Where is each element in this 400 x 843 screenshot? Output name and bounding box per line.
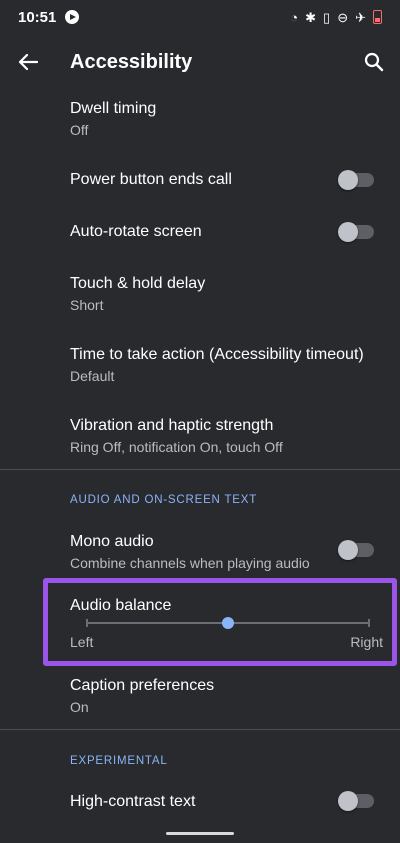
section-header-audio: AUDIO AND ON-SCREEN TEXT: [70, 494, 258, 506]
setting-touch-hold-delay[interactable]: Touch & hold delay Short: [70, 274, 380, 314]
setting-dwell-timing[interactable]: Dwell timing Off: [70, 99, 380, 139]
do-not-disturb-icon: ⊖: [337, 9, 349, 25]
setting-title: Auto-rotate screen: [70, 223, 202, 240]
setting-subtitle: Combine channels when playing audio: [70, 555, 310, 571]
setting-subtitle: Short: [70, 297, 104, 313]
setting-power-button-ends-call[interactable]: Power button ends call: [70, 170, 380, 190]
power-button-toggle[interactable]: [338, 170, 374, 190]
slider-left-label: Left: [70, 634, 94, 650]
setting-title: High-contrast text: [70, 793, 196, 810]
airplane-mode-icon: ✈: [355, 9, 366, 25]
media-play-icon: [65, 10, 80, 24]
slider-right-label: Right: [350, 634, 383, 650]
screen: 10:51 ◔ ✱ ▯ ⊖ ✈ Accessibility Dwell timi…: [0, 0, 400, 843]
toggle-knob: [338, 540, 358, 560]
search-icon[interactable]: [362, 50, 386, 74]
slider-tick-right: [368, 619, 370, 627]
vibrate-icon: ▯: [323, 9, 331, 25]
setting-title: Mono audio: [70, 533, 154, 550]
toggle-knob: [338, 170, 358, 190]
setting-subtitle: On: [70, 699, 89, 715]
home-indicator[interactable]: [166, 832, 234, 835]
section-divider: [0, 729, 400, 730]
toggle-knob: [338, 791, 358, 811]
setting-subtitle: Default: [70, 368, 115, 384]
status-bar: 10:51 ◔ ✱ ▯ ⊖ ✈: [0, 0, 400, 34]
audio-balance-slider[interactable]: [86, 617, 370, 629]
setting-title: Audio balance: [70, 597, 172, 614]
back-arrow-icon[interactable]: [16, 50, 40, 74]
setting-caption-preferences[interactable]: Caption preferences On: [70, 676, 380, 716]
setting-mono-audio[interactable]: Mono audio Combine channels when playing…: [70, 532, 330, 572]
mono-audio-toggle[interactable]: [338, 540, 374, 560]
battery-icon: [373, 10, 382, 24]
setting-title: Dwell timing: [70, 100, 157, 117]
setting-accessibility-timeout[interactable]: Time to take action (Accessibility timeo…: [70, 345, 380, 385]
section-divider: [0, 469, 400, 470]
status-time: 10:51: [18, 8, 57, 26]
slider-tick-left: [86, 619, 88, 627]
section-header-experimental: EXPERIMENTAL: [70, 755, 168, 767]
setting-title: Touch & hold delay: [70, 275, 206, 292]
status-icons: ◔ ✱ ▯ ⊖ ✈: [290, 10, 382, 24]
high-contrast-toggle[interactable]: [338, 791, 374, 811]
setting-title: Time to take action (Accessibility timeo…: [70, 346, 364, 363]
setting-auto-rotate[interactable]: Auto-rotate screen: [70, 222, 380, 242]
setting-title: Power button ends call: [70, 171, 232, 188]
app-bar: Accessibility: [0, 34, 400, 90]
setting-title: Caption preferences: [70, 677, 215, 694]
data-saver-icon: ◔: [290, 9, 299, 25]
slider-thumb[interactable]: [222, 617, 234, 629]
setting-subtitle: Ring Off, notification On, touch Off: [70, 439, 283, 455]
bluetooth-icon: ✱: [305, 9, 317, 25]
page-title: Accessibility: [70, 51, 193, 73]
toggle-knob: [338, 222, 358, 242]
setting-subtitle: Off: [70, 122, 89, 138]
setting-title: Vibration and haptic strength: [70, 417, 274, 434]
setting-vibration-haptic[interactable]: Vibration and haptic strength Ring Off, …: [70, 416, 380, 456]
setting-audio-balance: Audio balance: [70, 596, 380, 616]
setting-high-contrast-text[interactable]: High-contrast text: [70, 792, 380, 812]
auto-rotate-toggle[interactable]: [338, 222, 374, 242]
